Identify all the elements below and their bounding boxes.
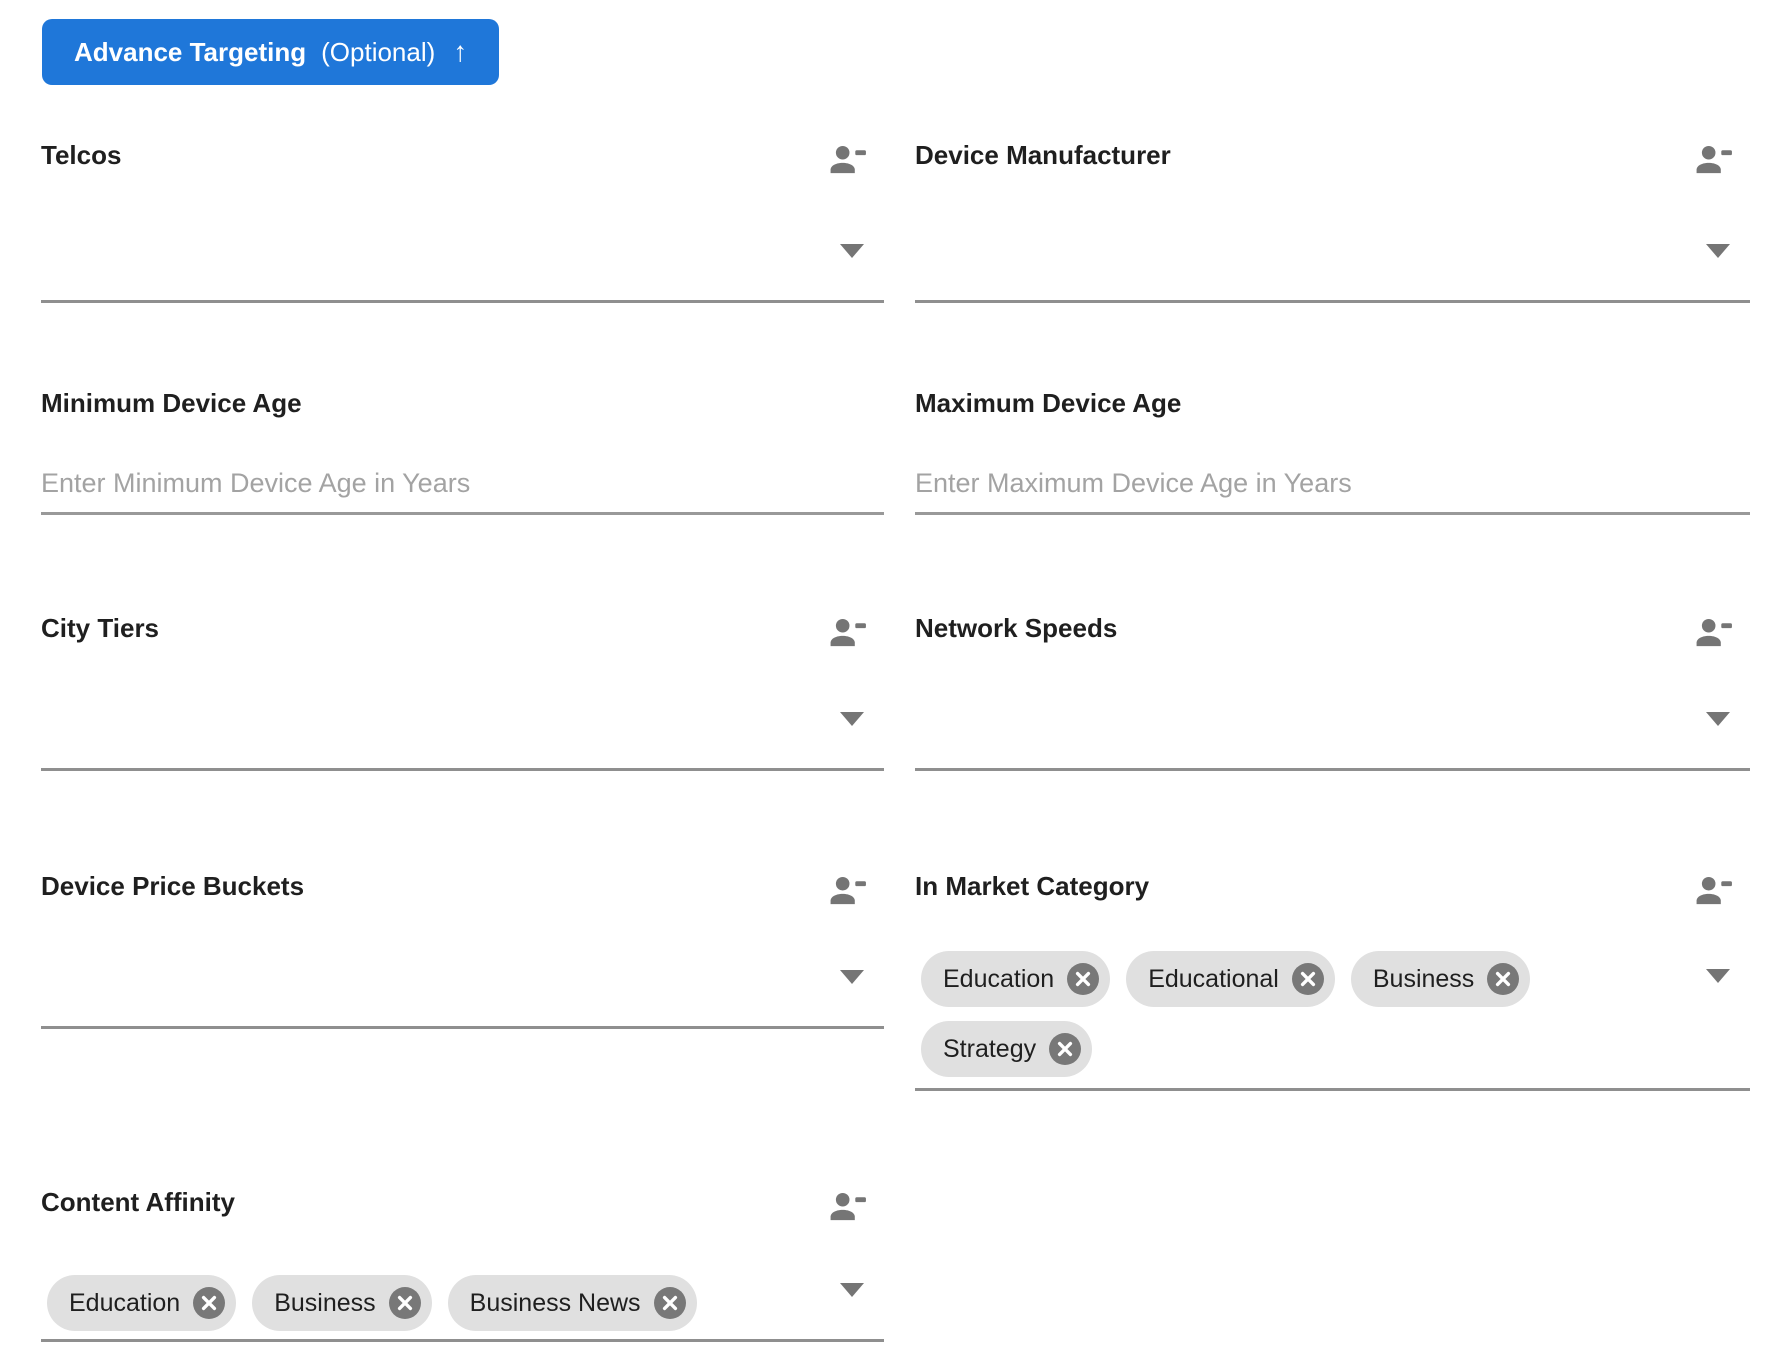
field-network-speeds: Network Speeds <box>915 611 1750 771</box>
chip-label: Education <box>69 1288 181 1317</box>
telcos-label: Telcos <box>41 140 122 170</box>
chip-label: Strategy <box>943 1034 1037 1063</box>
device-price-buckets-select[interactable] <box>41 905 884 1029</box>
person-remove-icon[interactable] <box>1695 617 1734 648</box>
field-device-manufacturer: Device Manufacturer <box>915 138 1750 303</box>
person-remove-icon[interactable] <box>829 875 868 906</box>
dropdown-arrow-icon[interactable] <box>1706 969 1730 983</box>
minimum-device-age-input[interactable] <box>41 422 884 515</box>
field-device-price-buckets: Device Price Buckets <box>41 869 884 1029</box>
chip-business: Business <box>1350 951 1531 1007</box>
chip-remove-button[interactable] <box>388 1287 421 1319</box>
advance-targeting-toggle-button[interactable]: Advance Targeting (Optional) ↑ <box>42 19 500 85</box>
dropdown-arrow-icon[interactable] <box>1706 712 1730 726</box>
person-remove-icon[interactable] <box>829 144 868 175</box>
person-remove-icon[interactable] <box>1695 875 1734 906</box>
person-remove-icon[interactable] <box>1695 144 1734 175</box>
person-remove-icon[interactable] <box>829 1191 868 1222</box>
chip-remove-button[interactable] <box>1291 963 1324 995</box>
device-price-buckets-label: Device Price Buckets <box>41 871 305 901</box>
field-city-tiers: City Tiers <box>41 611 884 771</box>
city-tiers-label: City Tiers <box>41 613 160 643</box>
chip-label: Business <box>274 1288 376 1317</box>
chip-education: Education <box>921 951 1111 1007</box>
chip-business: Business <box>252 1275 432 1331</box>
field-minimum-device-age: Minimum Device Age <box>41 386 884 515</box>
button-label-optional: (Optional) <box>321 36 436 67</box>
chip-education: Education <box>47 1275 237 1331</box>
dropdown-arrow-icon[interactable] <box>1706 244 1730 258</box>
maximum-device-age-input[interactable] <box>915 422 1750 515</box>
network-speeds-label: Network Speeds <box>915 613 1118 643</box>
chip-remove-button[interactable] <box>1049 1033 1082 1065</box>
dropdown-arrow-icon[interactable] <box>840 244 864 258</box>
in-market-category-select[interactable]: Education Educational Business Strategy <box>915 905 1750 1091</box>
content-affinity-select[interactable]: Education Business Business News <box>41 1221 884 1342</box>
field-content-affinity: Content Affinity Education Business Busi… <box>41 1185 884 1342</box>
chip-remove-button[interactable] <box>1067 963 1100 995</box>
dropdown-arrow-icon[interactable] <box>840 712 864 726</box>
city-tiers-select[interactable] <box>41 647 884 771</box>
dropdown-arrow-icon[interactable] <box>840 970 864 984</box>
chip-label: Business News <box>469 1288 641 1317</box>
person-remove-icon[interactable] <box>829 617 868 648</box>
field-in-market-category: In Market Category Education Educational <box>915 869 1750 1091</box>
network-speeds-select[interactable] <box>915 647 1750 771</box>
device-manufacturer-select[interactable] <box>915 174 1750 303</box>
maximum-device-age-label: Maximum Device Age <box>915 388 1182 418</box>
minimum-device-age-label: Minimum Device Age <box>41 388 302 418</box>
chip-strategy: Strategy <box>921 1021 1093 1077</box>
advance-targeting-panel: Advance Targeting (Optional) ↑ Telcos De… <box>0 0 1768 1342</box>
chip-remove-button[interactable] <box>653 1287 686 1319</box>
telcos-select[interactable] <box>41 174 884 303</box>
chip-label: Education <box>943 964 1055 993</box>
field-maximum-device-age: Maximum Device Age <box>915 386 1750 515</box>
arrow-up-icon: ↑ <box>453 36 468 67</box>
device-manufacturer-label: Device Manufacturer <box>915 140 1171 170</box>
content-affinity-label: Content Affinity <box>41 1187 235 1217</box>
chip-remove-button[interactable] <box>1487 963 1520 995</box>
in-market-category-label: In Market Category <box>915 871 1150 901</box>
field-telcos: Telcos <box>41 138 884 303</box>
chip-label: Business <box>1372 964 1475 993</box>
button-label: Advance Targeting <box>74 36 307 67</box>
chip-label: Educational <box>1148 964 1279 993</box>
chip-remove-button[interactable] <box>193 1287 226 1319</box>
chip-business-news: Business News <box>447 1275 697 1331</box>
chip-educational: Educational <box>1126 951 1335 1007</box>
dropdown-arrow-icon[interactable] <box>840 1283 864 1297</box>
